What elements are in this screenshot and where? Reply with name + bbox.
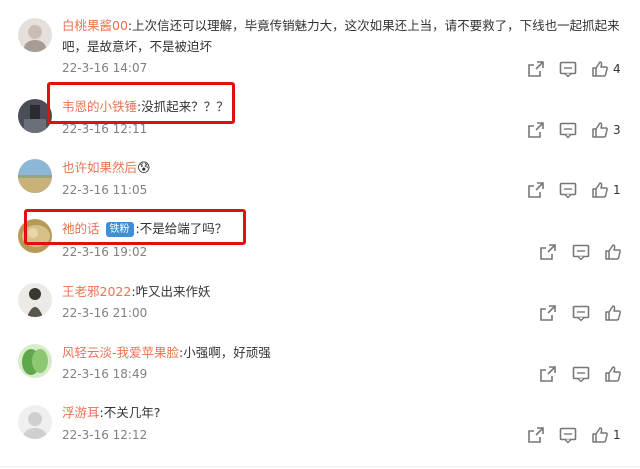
avatar[interactable] <box>18 159 52 193</box>
comment-time: 22-3-16 21:00 <box>62 306 148 320</box>
comment-username[interactable]: 王老邪2022 <box>62 284 131 299</box>
thumbs-up-icon[interactable] <box>591 181 609 199</box>
thumbs-up-icon[interactable] <box>591 426 609 444</box>
comment-time: 22-3-16 12:12 <box>62 428 148 442</box>
share-icon[interactable] <box>527 426 545 444</box>
comment-content: 王老邪2022:咋又出来作妖 <box>62 281 211 302</box>
comment-content: 浮游耳:不关几年? <box>62 402 160 423</box>
like-count: 3 <box>613 123 621 137</box>
thumbs-up-icon[interactable] <box>604 243 622 261</box>
comment-time: 22-3-16 14:07 <box>62 61 148 75</box>
comment-icon[interactable] <box>559 181 577 199</box>
comment-username[interactable]: 浮游耳 <box>62 405 100 420</box>
comment-content: 也许如果然后😰 <box>62 157 151 179</box>
comment-icon[interactable] <box>572 243 590 261</box>
like-count: 1 <box>613 183 621 197</box>
share-icon[interactable] <box>527 60 545 78</box>
comment-content: 白桃果酱00:上次信还可以理解，毕竟传销魅力大，这次如果还上当，请不要救了，下线… <box>62 15 620 36</box>
comment-username[interactable]: 也许如果然后 <box>62 160 137 175</box>
comment-content: 风轻云淡-我爱苹果脸:小强啊，好顽强 <box>62 342 271 363</box>
share-icon[interactable] <box>539 243 557 261</box>
avatar[interactable] <box>18 283 52 317</box>
thumbs-up-icon[interactable] <box>591 121 609 139</box>
like-count: 4 <box>613 62 621 76</box>
comment-icon[interactable] <box>559 60 577 78</box>
emoji-sweat: 😰 <box>137 161 151 176</box>
share-icon[interactable] <box>527 121 545 139</box>
comment-icon[interactable] <box>572 365 590 383</box>
comment-text: :小强啊，好顽强 <box>179 345 271 360</box>
comment-username[interactable]: 风轻云淡-我爱苹果脸 <box>62 345 179 360</box>
avatar[interactable] <box>18 344 52 378</box>
comment-text-continued: 吧，是故意坏，不是被迫坏 <box>62 39 213 54</box>
thumbs-up-icon[interactable] <box>604 304 622 322</box>
share-icon[interactable] <box>539 365 557 383</box>
avatar[interactable] <box>18 405 52 439</box>
thumbs-up-icon[interactable] <box>604 365 622 383</box>
comment-time: 22-3-16 11:05 <box>62 183 148 197</box>
comment-time: 22-3-16 12:11 <box>62 122 148 136</box>
comment-text: :咋又出来作妖 <box>131 284 211 299</box>
comment-username[interactable]: 白桃果酱00 <box>62 18 128 33</box>
comment-time: 22-3-16 19:02 <box>62 245 148 259</box>
comment-icon[interactable] <box>572 304 590 322</box>
comment-text: :上次信还可以理解，毕竟传销魅力大，这次如果还上当，请不要救了，下线也一起抓起来 <box>127 18 620 33</box>
highlight-box <box>47 82 235 124</box>
share-icon[interactable] <box>539 304 557 322</box>
comment-time: 22-3-16 18:49 <box>62 367 148 381</box>
comment-icon[interactable] <box>559 121 577 139</box>
divider <box>0 466 640 467</box>
thumbs-up-icon[interactable] <box>591 60 609 78</box>
comment-text: :不关几年? <box>99 405 161 420</box>
like-count: 1 <box>613 428 621 442</box>
avatar[interactable] <box>18 18 52 52</box>
comment-icon[interactable] <box>559 426 577 444</box>
share-icon[interactable] <box>527 181 545 199</box>
highlight-box <box>24 209 246 245</box>
